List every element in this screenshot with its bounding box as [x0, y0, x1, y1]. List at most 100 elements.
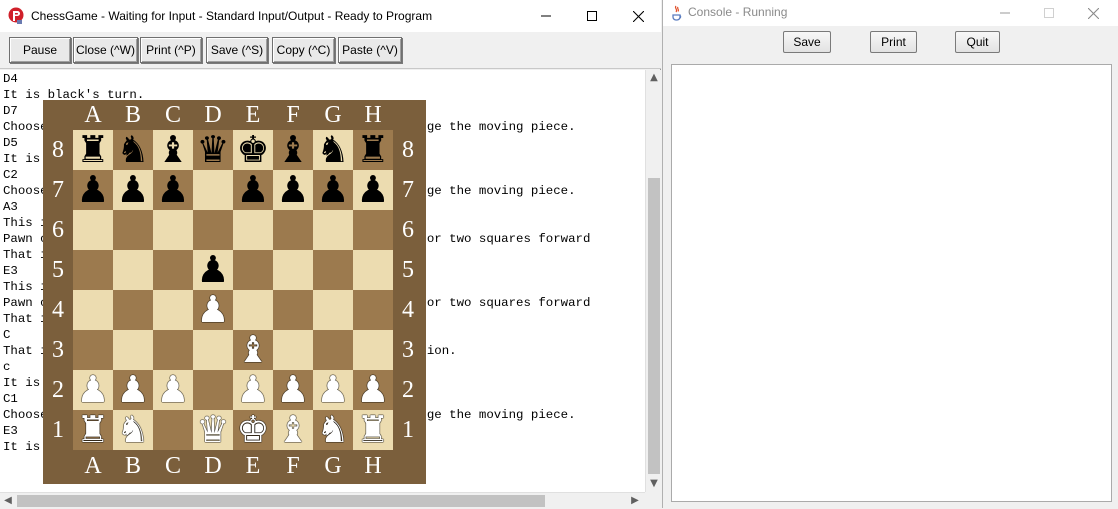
- white-bishop-icon[interactable]: ♝: [236, 330, 269, 370]
- vertical-scrollbar[interactable]: ▲ ▼: [645, 70, 661, 492]
- white-knight-icon[interactable]: ♞: [116, 410, 149, 450]
- square-g1[interactable]: ♞: [313, 410, 353, 450]
- square-a1[interactable]: ♜: [73, 410, 113, 450]
- black-pawn-icon[interactable]: ♟: [196, 250, 229, 290]
- close-window-button[interactable]: [615, 0, 661, 32]
- square-a6[interactable]: [73, 210, 113, 250]
- square-e5[interactable]: [233, 250, 273, 290]
- black-rook-icon[interactable]: ♜: [356, 130, 389, 170]
- scroll-down-icon[interactable]: ▼: [646, 476, 662, 492]
- white-pawn-icon[interactable]: ♟: [236, 370, 269, 410]
- black-bishop-icon[interactable]: ♝: [276, 130, 309, 170]
- square-b7[interactable]: ♟: [113, 170, 153, 210]
- scroll-left-icon[interactable]: ◀: [0, 493, 16, 509]
- scroll-right-icon[interactable]: ▶: [627, 493, 643, 509]
- black-pawn-icon[interactable]: ♟: [116, 170, 149, 210]
- pause-button[interactable]: Pause: [9, 37, 71, 63]
- square-e3[interactable]: ♝: [233, 330, 273, 370]
- console-save-button[interactable]: Save: [783, 31, 831, 53]
- square-h5[interactable]: [353, 250, 393, 290]
- square-b8[interactable]: ♞: [113, 130, 153, 170]
- square-f8[interactable]: ♝: [273, 130, 313, 170]
- horizontal-scroll-thumb[interactable]: [17, 495, 545, 507]
- black-knight-icon[interactable]: ♞: [316, 130, 349, 170]
- black-pawn-icon[interactable]: ♟: [316, 170, 349, 210]
- square-a8[interactable]: ♜: [73, 130, 113, 170]
- black-pawn-icon[interactable]: ♟: [276, 170, 309, 210]
- white-pawn-icon[interactable]: ♟: [276, 370, 309, 410]
- square-g5[interactable]: [313, 250, 353, 290]
- square-d4[interactable]: ♟: [193, 290, 233, 330]
- white-pawn-icon[interactable]: ♟: [356, 370, 389, 410]
- square-c6[interactable]: [153, 210, 193, 250]
- vertical-scroll-thumb[interactable]: [648, 178, 660, 474]
- white-pawn-icon[interactable]: ♟: [316, 370, 349, 410]
- black-pawn-icon[interactable]: ♟: [76, 170, 109, 210]
- black-pawn-icon[interactable]: ♟: [156, 170, 189, 210]
- square-f1[interactable]: ♝: [273, 410, 313, 450]
- square-f3[interactable]: [273, 330, 313, 370]
- square-d2[interactable]: [193, 370, 233, 410]
- square-h3[interactable]: [353, 330, 393, 370]
- square-h7[interactable]: ♟: [353, 170, 393, 210]
- square-c8[interactable]: ♝: [153, 130, 193, 170]
- black-king-icon[interactable]: ♚: [236, 130, 269, 170]
- print-button[interactable]: Print (^P): [140, 37, 202, 63]
- console-maximize-button[interactable]: [1029, 0, 1069, 26]
- square-f6[interactable]: [273, 210, 313, 250]
- white-bishop-icon[interactable]: ♝: [276, 410, 309, 450]
- square-f4[interactable]: [273, 290, 313, 330]
- square-g8[interactable]: ♞: [313, 130, 353, 170]
- square-h4[interactable]: [353, 290, 393, 330]
- black-bishop-icon[interactable]: ♝: [156, 130, 189, 170]
- square-b4[interactable]: [113, 290, 153, 330]
- square-b6[interactable]: [113, 210, 153, 250]
- square-g4[interactable]: [313, 290, 353, 330]
- square-a4[interactable]: [73, 290, 113, 330]
- square-d6[interactable]: [193, 210, 233, 250]
- square-c5[interactable]: [153, 250, 193, 290]
- square-h8[interactable]: ♜: [353, 130, 393, 170]
- stdio-title-bar[interactable]: ChessGame - Waiting for Input - Standard…: [0, 0, 661, 32]
- black-rook-icon[interactable]: ♜: [76, 130, 109, 170]
- square-g6[interactable]: [313, 210, 353, 250]
- console-print-button[interactable]: Print: [870, 31, 917, 53]
- square-f2[interactable]: ♟: [273, 370, 313, 410]
- square-d7[interactable]: [193, 170, 233, 210]
- square-h2[interactable]: ♟: [353, 370, 393, 410]
- copy-button[interactable]: Copy (^C): [272, 37, 335, 63]
- black-pawn-icon[interactable]: ♟: [356, 170, 389, 210]
- square-c4[interactable]: [153, 290, 193, 330]
- square-e2[interactable]: ♟: [233, 370, 273, 410]
- square-f7[interactable]: ♟: [273, 170, 313, 210]
- white-pawn-icon[interactable]: ♟: [116, 370, 149, 410]
- white-pawn-icon[interactable]: ♟: [156, 370, 189, 410]
- scroll-up-icon[interactable]: ▲: [646, 70, 662, 86]
- square-e4[interactable]: [233, 290, 273, 330]
- console-minimize-button[interactable]: [985, 0, 1025, 26]
- square-h1[interactable]: ♜: [353, 410, 393, 450]
- square-a5[interactable]: [73, 250, 113, 290]
- square-e8[interactable]: ♚: [233, 130, 273, 170]
- close-button[interactable]: Close (^W): [73, 37, 138, 63]
- square-b5[interactable]: [113, 250, 153, 290]
- square-e7[interactable]: ♟: [233, 170, 273, 210]
- square-d3[interactable]: [193, 330, 233, 370]
- white-pawn-icon[interactable]: ♟: [196, 290, 229, 330]
- white-rook-icon[interactable]: ♜: [356, 410, 389, 450]
- maximize-button[interactable]: [569, 0, 615, 32]
- square-g3[interactable]: [313, 330, 353, 370]
- square-d1[interactable]: ♛: [193, 410, 233, 450]
- square-a3[interactable]: [73, 330, 113, 370]
- square-c7[interactable]: ♟: [153, 170, 193, 210]
- square-b2[interactable]: ♟: [113, 370, 153, 410]
- black-queen-icon[interactable]: ♛: [196, 130, 229, 170]
- white-king-icon[interactable]: ♚: [236, 410, 269, 450]
- square-b3[interactable]: [113, 330, 153, 370]
- square-e1[interactable]: ♚: [233, 410, 273, 450]
- horizontal-scrollbar[interactable]: ◀ ▶: [0, 492, 645, 508]
- square-d8[interactable]: ♛: [193, 130, 233, 170]
- black-knight-icon[interactable]: ♞: [116, 130, 149, 170]
- square-d5[interactable]: ♟: [193, 250, 233, 290]
- console-title-bar[interactable]: Console - Running: [663, 0, 1118, 26]
